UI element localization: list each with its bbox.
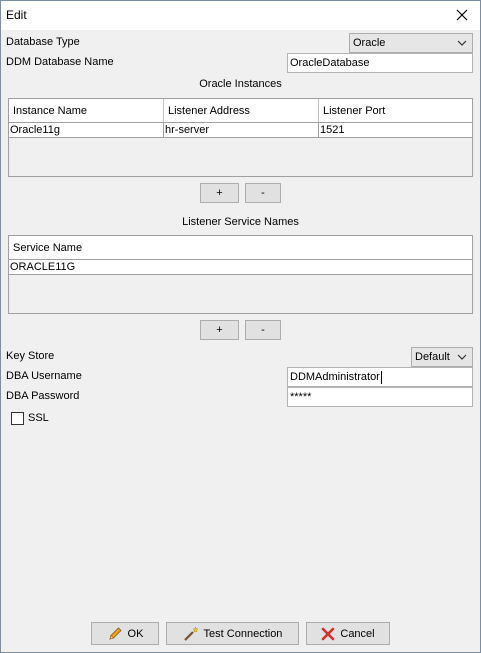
pencil-icon: [108, 626, 122, 640]
services-section-title: Listener Service Names: [182, 216, 299, 228]
close-button[interactable]: [449, 4, 475, 26]
dba-password-input[interactable]: *****: [287, 387, 473, 407]
services-table-header: Service Name: [9, 236, 472, 260]
instances-table: Instance Name Listener Address Listener …: [8, 98, 473, 177]
dba-username-input[interactable]: DDMAdministrator: [287, 367, 473, 387]
services-table: Service Name ORACLE11G: [8, 235, 473, 314]
dba-username-value: DDMAdministrator: [290, 371, 380, 383]
close-icon: [456, 9, 468, 21]
key-store-value: Default: [415, 351, 450, 363]
instances-table-header: Instance Name Listener Address Listener …: [9, 99, 472, 123]
instances-section-title: Oracle Instances: [199, 78, 282, 90]
ok-label: OK: [127, 627, 144, 640]
remove-instance-button[interactable]: -: [245, 183, 281, 203]
remove-service-button[interactable]: -: [245, 320, 281, 340]
key-store-label: Key Store: [6, 350, 55, 362]
window-title: Edit: [6, 8, 27, 22]
cell-service-name[interactable]: ORACLE11G: [9, 260, 472, 274]
ssl-checkbox[interactable]: [11, 412, 24, 425]
cell-instance-name[interactable]: Oracle11g: [9, 123, 164, 137]
red-x-icon: [322, 627, 335, 640]
col-instance-name[interactable]: Instance Name: [9, 99, 164, 122]
text-caret: [380, 370, 382, 384]
add-instance-button[interactable]: +: [200, 183, 239, 203]
cell-listener-port[interactable]: 1521: [319, 123, 472, 137]
database-type-value: Oracle: [353, 37, 386, 49]
col-service-name[interactable]: Service Name: [9, 236, 472, 259]
wand-icon: [183, 625, 199, 641]
database-type-label: Database Type: [6, 36, 80, 48]
ok-button[interactable]: OK: [91, 622, 159, 645]
ddm-name-label: DDM Database Name: [6, 56, 114, 68]
database-type-select[interactable]: Oracle: [349, 33, 473, 53]
dba-password-value: *****: [290, 391, 312, 403]
chevron-down-icon: [457, 40, 467, 46]
dba-username-label: DBA Username: [6, 370, 82, 382]
cancel-label: Cancel: [340, 627, 375, 640]
key-store-select[interactable]: Default: [411, 347, 473, 367]
table-row[interactable]: ORACLE11G: [9, 260, 472, 275]
dba-password-label: DBA Password: [6, 390, 80, 402]
ddm-name-value: OracleDatabase: [290, 57, 370, 69]
add-service-button[interactable]: +: [200, 320, 239, 340]
table-row[interactable]: Oracle11g hr-server 1521: [9, 123, 472, 138]
test-connection-button[interactable]: Test Connection: [166, 622, 299, 645]
col-listener-address[interactable]: Listener Address: [164, 99, 319, 122]
ddm-name-input[interactable]: OracleDatabase: [287, 53, 473, 73]
title-bar: Edit: [1, 1, 480, 30]
edit-dialog: Edit Database Type Oracle DDM Database N…: [0, 0, 481, 653]
test-connection-label: Test Connection: [203, 627, 283, 640]
ssl-label: SSL: [28, 412, 49, 424]
chevron-down-icon: [457, 354, 467, 360]
col-listener-port[interactable]: Listener Port: [319, 99, 472, 122]
cell-listener-address[interactable]: hr-server: [164, 123, 319, 137]
cancel-button[interactable]: Cancel: [306, 622, 390, 645]
